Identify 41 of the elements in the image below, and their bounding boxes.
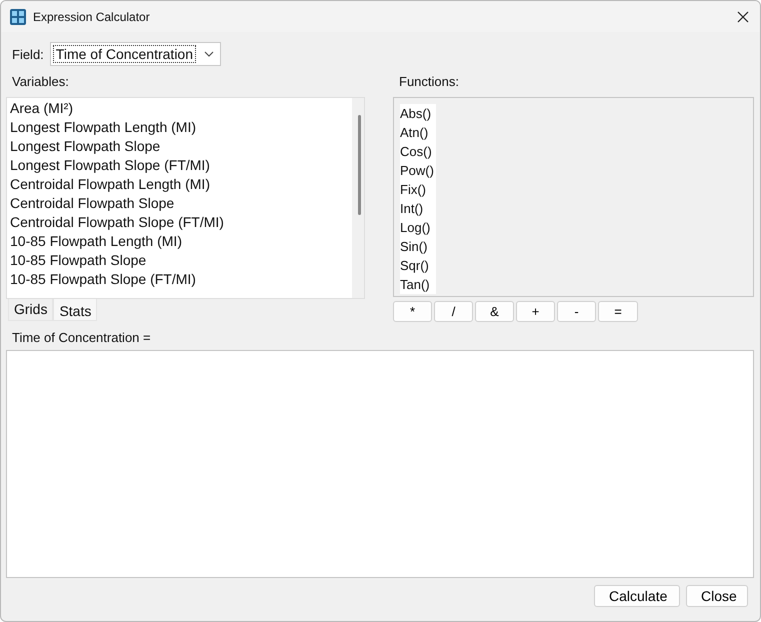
calculator-icon bbox=[10, 8, 26, 24]
operator-button[interactable]: / bbox=[434, 301, 473, 322]
function-item[interactable]: Cos() bbox=[400, 142, 436, 161]
function-item[interactable]: Tan() bbox=[400, 275, 436, 294]
calculate-button[interactable]: Calculate bbox=[594, 585, 680, 607]
chevron-icon[interactable] bbox=[204, 51, 214, 57]
field-dropdown[interactable]: Time of Concentration bbox=[50, 42, 222, 66]
expression-label: Time of Concentration = bbox=[12, 330, 152, 345]
tab[interactable]: Grids bbox=[8, 299, 54, 321]
variable-item[interactable]: Area (MI²) bbox=[10, 99, 352, 118]
operator-button[interactable]: - bbox=[557, 301, 596, 322]
function-item[interactable]: Sin() bbox=[400, 237, 436, 256]
window-title: Expression Calculator bbox=[33, 10, 151, 24]
variables-label: Variables: bbox=[12, 74, 70, 90]
function-item[interactable]: Log() bbox=[400, 218, 436, 237]
operator-button[interactable]: * bbox=[393, 301, 432, 322]
scrollbar-thumb[interactable] bbox=[358, 115, 361, 215]
close-button[interactable]: Close bbox=[686, 585, 748, 607]
expression-field[interactable] bbox=[6, 350, 754, 578]
function-item[interactable]: Fix() bbox=[400, 180, 436, 199]
variable-item[interactable]: Longest Flowpath Slope (FT/MI) bbox=[10, 156, 352, 175]
operator-button[interactable]: = bbox=[598, 301, 638, 322]
functions-label: Functions: bbox=[399, 74, 460, 90]
variable-item[interactable]: Longest Flowpath Length (MI) bbox=[10, 118, 352, 137]
variable-item[interactable]: 10-85 Flowpath Length (MI) bbox=[10, 232, 352, 251]
function-item[interactable]: Abs() bbox=[400, 104, 436, 123]
variable-item[interactable]: 10-85 Flowpath Slope bbox=[10, 251, 352, 270]
function-item[interactable]: Sqr() bbox=[400, 256, 436, 275]
close-icon[interactable] bbox=[737, 10, 749, 22]
variable-item[interactable]: Centroidal Flowpath Slope bbox=[10, 194, 352, 213]
variable-item[interactable]: Centroidal Flowpath Length (MI) bbox=[10, 175, 352, 194]
field-label: Field: bbox=[12, 46, 44, 62]
function-item[interactable]: Atn() bbox=[400, 123, 436, 142]
variable-item[interactable]: 10-85 Flowpath Slope (FT/MI) bbox=[10, 270, 352, 289]
operator-button[interactable]: + bbox=[516, 301, 555, 322]
function-item[interactable]: Pow() bbox=[400, 161, 436, 180]
function-item[interactable]: Int() bbox=[400, 199, 436, 218]
operator-button[interactable]: & bbox=[475, 301, 514, 322]
tab[interactable]: Stats bbox=[53, 299, 98, 321]
variable-item[interactable]: Longest Flowpath Slope bbox=[10, 137, 352, 156]
variable-item[interactable]: Centroidal Flowpath Slope (FT/MI) bbox=[10, 213, 352, 232]
